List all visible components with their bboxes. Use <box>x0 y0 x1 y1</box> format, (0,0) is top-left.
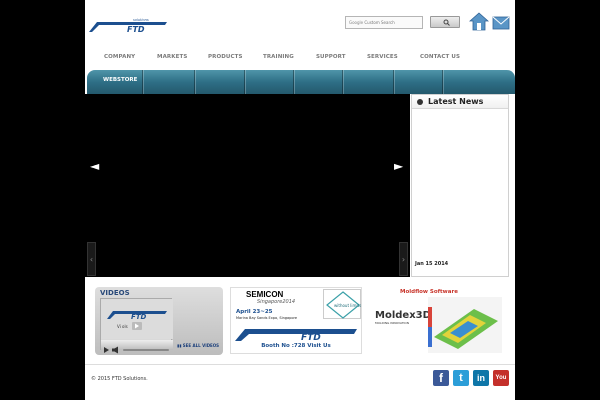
slider-prev-tab[interactable]: ‹ <box>87 242 96 276</box>
video-caption: Vi ols <box>117 324 128 329</box>
videos-widget: VIDEOS FTD Vi ols ▮▮ SEE ALL VIDEOS <box>95 287 223 355</box>
semicon-banner[interactable]: SEMICON Singapore2014 April 23~25 Marina… <box>230 287 362 354</box>
bar-divider <box>293 70 294 94</box>
nav-item-training[interactable]: TRAINING <box>263 54 294 60</box>
bar-divider <box>442 70 443 94</box>
latest-news-panel: Latest News Jan 15 2014 <box>411 94 509 277</box>
volume-icon <box>112 348 115 352</box>
facebook-icon[interactable]: f <box>433 370 449 386</box>
search-placeholder: Custom Search <box>364 20 395 25</box>
bar-divider <box>393 70 394 94</box>
nav-item-contact-us[interactable]: CONTACT US <box>420 54 460 60</box>
slider-next-arrow[interactable]: ► <box>394 160 406 172</box>
webstore-link[interactable]: WEBSTORE <box>103 77 137 83</box>
semicon-title: SEMICON <box>246 290 284 299</box>
hero-slider[interactable]: ◄ ► ‹ › <box>85 94 410 277</box>
bar-divider <box>142 70 143 94</box>
videos-title: VIDEOS <box>100 289 130 297</box>
footer-divider <box>85 364 515 365</box>
logo-sub: solutions <box>133 18 149 22</box>
mail-icon[interactable] <box>491 12 511 32</box>
logo-text: FTD <box>127 25 145 33</box>
slider-next-tab[interactable]: › <box>399 242 408 276</box>
bullet-icon <box>417 99 423 105</box>
nav-item-markets[interactable]: MARKETS <box>157 54 187 60</box>
svg-text:FTD: FTD <box>301 333 321 342</box>
search-input[interactable]: Google Custom Search <box>345 16 423 29</box>
semicon-subtitle: Singapore2014 <box>257 299 296 305</box>
moldflow-banner[interactable]: Moldflow Software Moldex3D MOLDING INNOV… <box>370 287 503 354</box>
badge-text: without limits <box>334 303 361 308</box>
nav-item-services[interactable]: SERVICES <box>367 54 398 60</box>
see-all-videos-link[interactable]: ▮▮ SEE ALL VIDEOS <box>177 343 219 348</box>
bar-divider <box>244 70 245 94</box>
copyright: © 2015 FTD Solutions. <box>91 376 148 382</box>
main-nav: COMPANY MARKETS PRODUCTS TRAINING SUPPOR… <box>85 52 515 66</box>
moldex-product: Moldex3D <box>375 310 431 321</box>
booth-info: Booth No :728 Visit Us <box>261 343 331 349</box>
svg-text:FTD: FTD <box>131 313 147 321</box>
video-player[interactable]: FTD Vi ols <box>100 298 173 354</box>
linkedin-icon[interactable]: in <box>473 370 489 386</box>
news-date[interactable]: Jan 15 2014 <box>415 261 448 267</box>
semicon-dates: April 23~25 <box>236 309 273 315</box>
bar-divider <box>342 70 343 94</box>
video-controls <box>101 340 173 354</box>
ftd-banner-logo: FTD <box>235 329 357 342</box>
slider-prev-arrow[interactable]: ◄ <box>90 160 102 172</box>
ftd-logo[interactable]: FTD solutions <box>87 17 169 33</box>
moldflow-title: Moldflow Software <box>400 289 458 295</box>
news-title: Latest News <box>428 97 484 106</box>
youtube-icon[interactable]: You <box>493 370 509 386</box>
simulation-image <box>428 297 502 353</box>
search-button[interactable] <box>430 16 460 28</box>
google-label: Google <box>349 20 364 25</box>
moldex-tagline: MOLDING INNOVATION <box>375 321 410 325</box>
play-icon <box>104 347 109 353</box>
page-container: FTD solutions Google Custom Search COMPA… <box>85 0 515 400</box>
video-thumbnail: FTD Vi ols <box>101 299 173 339</box>
twitter-icon[interactable]: t <box>453 370 469 386</box>
without-limits-badge: without limits <box>323 289 361 319</box>
webstore-bar: WEBSTORE <box>87 70 515 94</box>
news-header: Latest News <box>412 95 508 109</box>
nav-item-company[interactable]: COMPANY <box>104 54 135 60</box>
nav-item-support[interactable]: SUPPORT <box>316 54 346 60</box>
semicon-venue: Marina Bay Sands Expo, Singapore <box>236 316 298 320</box>
bar-divider <box>194 70 195 94</box>
see-all-label: SEE ALL VIDEOS <box>182 343 220 348</box>
search-icon <box>443 19 450 26</box>
home-icon[interactable] <box>469 12 489 32</box>
nav-item-products[interactable]: PRODUCTS <box>208 54 243 60</box>
